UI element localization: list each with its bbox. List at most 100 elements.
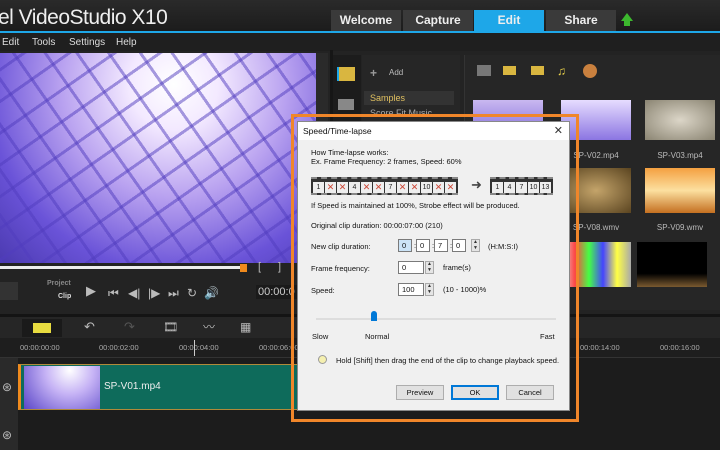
strobe-note: If Speed is maintained at 100%, Strobe e… bbox=[311, 201, 520, 210]
frame-frequency-label: Frame frequency: bbox=[311, 264, 370, 273]
play-icon[interactable]: ▶ bbox=[86, 284, 96, 298]
ruler-tick: 00:00:16:00 bbox=[660, 343, 700, 352]
duration-frames-input[interactable]: 0 bbox=[452, 239, 466, 252]
ok-button[interactable]: OK bbox=[451, 385, 499, 400]
ruler-tick: 00:00:14:00 bbox=[580, 343, 620, 352]
new-duration-label: New clip duration: bbox=[311, 242, 371, 251]
cancel-button[interactable]: Cancel bbox=[506, 385, 554, 400]
volume-icon[interactable]: 🔊 bbox=[204, 286, 219, 300]
film-frame: 4 bbox=[504, 182, 515, 193]
thumbnail-sp-v03[interactable] bbox=[645, 100, 715, 140]
film-frame bbox=[325, 182, 336, 193]
duration-hours-input[interactable]: 0 bbox=[398, 239, 412, 252]
duration-spinner[interactable]: ▲ ▼ bbox=[471, 239, 480, 252]
duration-minutes-input[interactable]: 0 bbox=[416, 239, 430, 252]
film-frame: 1 bbox=[313, 182, 324, 193]
film-frame bbox=[409, 182, 420, 193]
speed-spinner[interactable]: ▲ ▼ bbox=[425, 283, 434, 296]
film-frame: 10 bbox=[528, 182, 539, 193]
lightbulb-icon bbox=[318, 355, 327, 364]
record-capture-icon[interactable]: 🎞 bbox=[163, 320, 178, 334]
frame-frequency-input[interactable]: 0 bbox=[398, 261, 424, 274]
film-frame bbox=[337, 182, 348, 193]
duration-seconds-input[interactable]: 7 bbox=[434, 239, 448, 252]
redo-icon[interactable]: ↷ bbox=[124, 320, 135, 334]
thumbnail-sp-v09[interactable] bbox=[645, 168, 715, 213]
prev-frame-icon[interactable]: ◀| bbox=[128, 286, 140, 300]
next-frame-icon[interactable]: |▶ bbox=[148, 286, 160, 300]
timeline-clip[interactable]: SP-V01.mp4 bbox=[18, 364, 300, 410]
original-duration: Original clip duration: 00:00:07:00 (210… bbox=[311, 221, 443, 230]
clip-mode[interactable]: Clip bbox=[58, 293, 71, 300]
ruler-tick: 00:00:00:00 bbox=[20, 343, 60, 352]
menu-bar: Edit Tools Settings Help bbox=[0, 33, 720, 51]
folder-samples[interactable]: Samples bbox=[370, 93, 405, 103]
close-icon[interactable]: ✕ bbox=[554, 124, 563, 137]
film-frame: 13 bbox=[540, 182, 551, 193]
add-icon[interactable]: + bbox=[370, 66, 377, 80]
tab-welcome[interactable]: Welcome bbox=[331, 10, 401, 31]
home-icon[interactable]: ⏮ bbox=[108, 286, 119, 300]
menu-help[interactable]: Help bbox=[116, 37, 137, 48]
clip-name: SP-V01.mp4 bbox=[104, 381, 161, 392]
track-headers: ⊛ ⊛ bbox=[0, 358, 18, 450]
upgrade-arrow-icon[interactable] bbox=[621, 13, 633, 26]
speed-slider-thumb[interactable] bbox=[370, 311, 377, 321]
menu-tools[interactable]: Tools bbox=[32, 37, 55, 48]
auto-music-icon[interactable]: ▦ bbox=[240, 320, 251, 334]
show-photos-icon[interactable] bbox=[531, 66, 544, 75]
video-track-icon[interactable]: ⊛ bbox=[2, 380, 12, 394]
playhead[interactable] bbox=[194, 340, 195, 356]
duration-format: (H:M:S:I) bbox=[488, 242, 518, 251]
media-library-icon[interactable] bbox=[337, 67, 355, 81]
app-title: el VideoStudio X10 bbox=[0, 6, 168, 29]
preview-window[interactable] bbox=[0, 53, 316, 263]
film-frame: 7 bbox=[516, 182, 527, 193]
dialog-title: Speed/Time-lapse bbox=[298, 122, 569, 140]
ruler-tick: 00:00:04:00 bbox=[179, 343, 219, 352]
frame-unit: frame(s) bbox=[443, 263, 471, 272]
thumbnail-night-city[interactable] bbox=[637, 242, 707, 287]
film-frame bbox=[373, 182, 384, 193]
mark-in-icon[interactable]: [ bbox=[258, 260, 261, 274]
sound-mixer-icon[interactable]: 〰 bbox=[203, 320, 215, 334]
storyboard-view-button[interactable] bbox=[22, 319, 62, 337]
tab-capture[interactable]: Capture bbox=[403, 10, 473, 31]
show-audio-icon[interactable]: ♫ bbox=[557, 64, 566, 78]
scrub-bar[interactable] bbox=[0, 266, 243, 269]
add-folder-button[interactable]: Add bbox=[389, 68, 403, 77]
menu-edit[interactable]: Edit bbox=[2, 37, 19, 48]
tab-edit[interactable]: Edit bbox=[474, 10, 544, 31]
thumbnail-label: SP-V03.mp4 bbox=[657, 151, 703, 160]
project-mode[interactable]: Project bbox=[47, 280, 71, 287]
show-videos-icon[interactable] bbox=[503, 66, 516, 75]
arrow-icon: ➜ bbox=[471, 177, 482, 192]
frame-frequency-spinner[interactable]: ▲ ▼ bbox=[425, 261, 434, 274]
slider-fast-label: Fast bbox=[540, 332, 555, 341]
speed-slider-track[interactable] bbox=[316, 318, 556, 320]
slider-normal-label: Normal bbox=[365, 332, 390, 341]
film-frame bbox=[361, 182, 372, 193]
repeat-icon[interactable]: ↻ bbox=[187, 286, 197, 300]
trim-marker[interactable] bbox=[240, 264, 247, 272]
film-frame: 1 bbox=[492, 182, 503, 193]
film-frame: 10 bbox=[421, 182, 432, 193]
filter-icon[interactable] bbox=[583, 64, 597, 78]
mark-out-icon[interactable]: ] bbox=[278, 260, 281, 274]
slider-slow-label: Slow bbox=[312, 332, 329, 341]
menu-settings[interactable]: Settings bbox=[69, 37, 105, 48]
dropdown[interactable] bbox=[0, 282, 18, 300]
overlay-track-icon[interactable]: ⊛ bbox=[2, 428, 12, 442]
instant-project-icon[interactable] bbox=[338, 99, 354, 110]
folder-icon[interactable] bbox=[477, 65, 491, 76]
film-frame: 7 bbox=[385, 182, 396, 193]
undo-icon[interactable]: ↶ bbox=[84, 320, 95, 334]
clip-thumbnail bbox=[24, 366, 100, 409]
speed-label: Speed: bbox=[311, 286, 335, 295]
speed-input[interactable]: 100 bbox=[398, 283, 424, 296]
thumbnail-label: SP-V09.wmv bbox=[656, 223, 704, 232]
preview-button[interactable]: Preview bbox=[396, 385, 444, 400]
tab-share[interactable]: Share bbox=[546, 10, 616, 31]
filmstrip-output: 1 4 7 10 13 bbox=[490, 177, 553, 195]
end-icon[interactable]: ⏭ bbox=[168, 286, 179, 300]
